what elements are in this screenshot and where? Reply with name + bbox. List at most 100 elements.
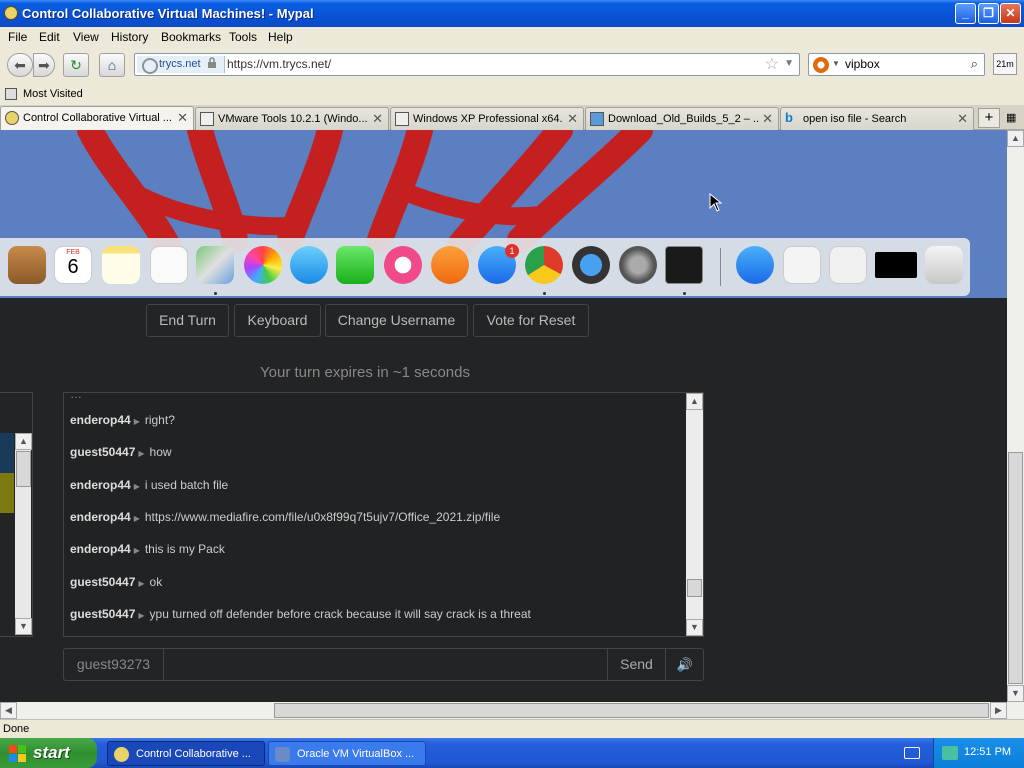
- user-list-entry[interactable]: [0, 473, 14, 513]
- start-button[interactable]: start: [0, 738, 97, 768]
- scroll-down-icon[interactable]: ▼: [686, 619, 703, 636]
- chat-log[interactable]: … enderop44 ▶ right? guest50447 ▶ how endero…: [63, 392, 704, 637]
- tab-open-iso-search[interactable]: b open iso file - Search ✕: [780, 107, 974, 130]
- vm-screen[interactable]: FEB 6 1: [0, 130, 1007, 298]
- chat-message: guest50447 ▶ ypu turned off defender befor…: [70, 607, 531, 621]
- scroll-up-icon[interactable]: ▲: [15, 433, 32, 450]
- close-tab-icon[interactable]: ✕: [957, 111, 968, 127]
- facetime-app-icon[interactable]: [336, 246, 374, 284]
- activity-monitor-icon[interactable]: [665, 246, 703, 284]
- engine-dropdown-icon[interactable]: ▼: [832, 59, 840, 68]
- vote-reset-button[interactable]: Vote for Reset: [473, 304, 589, 337]
- tab-control-collaborative[interactable]: Control Collaborative Virtual ... ✕: [0, 106, 194, 130]
- notes-app-icon[interactable]: [102, 246, 140, 284]
- close-tab-icon[interactable]: ✕: [762, 111, 773, 127]
- close-tab-icon[interactable]: ✕: [372, 111, 383, 127]
- chrome-app-icon[interactable]: [525, 246, 563, 284]
- chat-message: enderop44 ▶ https://www.mediafire.com/file…: [70, 510, 500, 524]
- chat-message-field[interactable]: [165, 649, 607, 680]
- url-dropdown-icon[interactable]: ▼: [784, 58, 794, 69]
- chat-message: enderop44 ▶ this is my Pack: [70, 542, 225, 556]
- taskbar-item-virtualbox[interactable]: Oracle VM VirtualBox ...: [268, 741, 426, 766]
- maximize-button[interactable]: ❐: [978, 3, 999, 24]
- files-stack-icon[interactable]: [829, 246, 867, 284]
- search-icon[interactable]: ⌕: [971, 56, 978, 72]
- quicktime-app-icon[interactable]: [572, 246, 610, 284]
- chat-text: ypu turned off defender before crack bec…: [149, 607, 531, 621]
- bookmark-most-visited[interactable]: Most Visited: [23, 88, 83, 100]
- zoom-indicator[interactable]: 21m: [993, 53, 1017, 75]
- tab-label: VMware Tools 10.2.1 (Windo...: [218, 113, 368, 125]
- home-button[interactable]: ⌂: [99, 53, 125, 77]
- menu-view[interactable]: View: [73, 30, 99, 44]
- window-title-bar[interactable]: Control Collaborative Virtual Machines! …: [0, 0, 1024, 27]
- list-all-tabs-icon[interactable]: ▦: [1006, 111, 1016, 124]
- volume-icon[interactable]: 🔊: [665, 649, 704, 680]
- change-username-button[interactable]: Change Username: [325, 304, 468, 337]
- page-vertical-scrollbar[interactable]: ▲ ▼: [1007, 130, 1024, 702]
- minimize-button[interactable]: _: [955, 3, 976, 24]
- music-app-icon[interactable]: [384, 246, 422, 284]
- scrollbar-thumb[interactable]: [16, 451, 31, 487]
- reload-button[interactable]: ↻: [63, 53, 89, 77]
- end-turn-button[interactable]: End Turn: [146, 304, 229, 337]
- keyboard-layout-icon[interactable]: [904, 747, 920, 759]
- menu-edit[interactable]: Edit: [39, 30, 60, 44]
- app-store-download-icon[interactable]: [736, 246, 774, 284]
- scrollbar-thumb[interactable]: [274, 703, 989, 718]
- keyboard-button[interactable]: Keyboard: [234, 304, 321, 337]
- user-list-panel[interactable]: ▲ ▼: [0, 392, 33, 637]
- new-tab-button[interactable]: +: [978, 108, 1000, 128]
- tab-vmware-tools[interactable]: VMware Tools 10.2.1 (Windo... ✕: [195, 107, 389, 130]
- menu-file[interactable]: File: [8, 30, 27, 44]
- page-horizontal-scrollbar[interactable]: ◀ ▶: [0, 702, 1024, 719]
- tab-label: Windows XP Professional x64...: [413, 113, 563, 125]
- scroll-right-icon[interactable]: ▶: [990, 702, 1007, 719]
- chat-message: enderop44 ▶ right?: [70, 413, 175, 427]
- close-button[interactable]: ✕: [1000, 3, 1021, 24]
- network-icon[interactable]: [942, 746, 958, 760]
- books-app-icon[interactable]: [431, 246, 469, 284]
- url-text[interactable]: https://vm.trycs.net/: [227, 57, 331, 71]
- close-tab-icon[interactable]: ✕: [567, 111, 578, 127]
- back-button[interactable]: ⬅: [7, 53, 33, 77]
- screenshot-thumbnail-icon[interactable]: [875, 252, 917, 278]
- search-box[interactable]: ▼ ⌕: [808, 53, 985, 76]
- trash-icon[interactable]: [925, 246, 963, 284]
- tab-windows-xp[interactable]: Windows XP Professional x64... ✕: [390, 107, 584, 130]
- user-list-entry[interactable]: [0, 433, 14, 473]
- tab-download-old-builds[interactable]: Download_Old_Builds_5_2 – ... ✕: [585, 107, 779, 130]
- clock[interactable]: 12:51 PM: [964, 746, 1011, 758]
- contacts-app-icon[interactable]: [8, 246, 46, 284]
- scroll-up-icon[interactable]: ▲: [1007, 130, 1024, 147]
- chat-link[interactable]: https://www.mediafire.com/file/u0x8f99q7…: [145, 510, 500, 524]
- search-input[interactable]: [845, 57, 960, 71]
- forward-button[interactable]: ➡: [33, 53, 55, 77]
- bookmark-star-icon[interactable]: ☆: [765, 54, 779, 74]
- taskbar-item-browser[interactable]: Control Collaborative ...: [107, 741, 265, 766]
- messages-app-icon[interactable]: [290, 246, 328, 284]
- chat-username-label[interactable]: guest93273: [64, 649, 164, 680]
- reminders-app-icon[interactable]: [150, 246, 188, 284]
- menu-tools[interactable]: Tools: [229, 30, 257, 44]
- close-tab-icon[interactable]: ✕: [177, 110, 188, 126]
- url-bar[interactable]: trycs.net https://vm.trycs.net/ ☆ ▼: [134, 53, 800, 76]
- menu-history[interactable]: History: [111, 30, 148, 44]
- scrollbar-thumb[interactable]: [687, 579, 702, 597]
- scroll-left-icon[interactable]: ◀: [0, 702, 17, 719]
- menu-bookmarks[interactable]: Bookmarks: [161, 30, 221, 44]
- send-button[interactable]: Send: [607, 649, 665, 680]
- user-list-scrollbar[interactable]: ▲ ▼: [15, 433, 32, 635]
- maps-app-icon[interactable]: [196, 246, 234, 284]
- scroll-up-icon[interactable]: ▲: [686, 393, 703, 410]
- menu-help[interactable]: Help: [268, 30, 293, 44]
- calendar-app-icon[interactable]: FEB 6: [54, 246, 92, 284]
- search-engine-icon[interactable]: [813, 57, 829, 73]
- scroll-down-icon[interactable]: ▼: [1007, 685, 1024, 702]
- scrollbar-thumb[interactable]: [1008, 452, 1023, 684]
- scroll-down-icon[interactable]: ▼: [15, 618, 32, 635]
- system-preferences-icon[interactable]: [619, 246, 657, 284]
- chat-scrollbar[interactable]: ▲ ▼: [686, 393, 703, 636]
- document-stack-icon[interactable]: [783, 246, 821, 284]
- photos-app-icon[interactable]: [244, 246, 282, 284]
